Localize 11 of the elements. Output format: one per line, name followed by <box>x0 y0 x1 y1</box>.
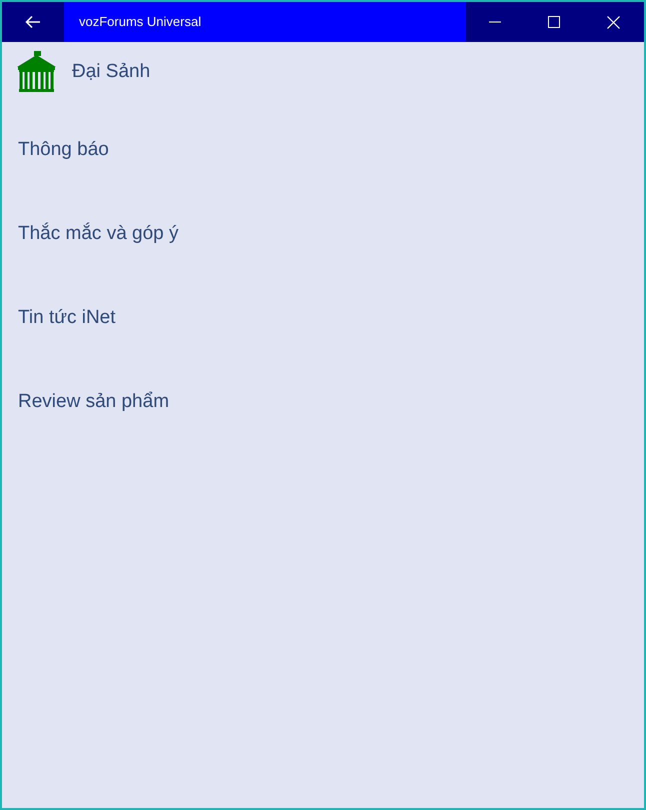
forum-item[interactable]: Review sản phẩm <box>18 388 170 416</box>
close-icon <box>607 16 620 28</box>
maximize-icon <box>548 16 560 28</box>
forum-item[interactable]: Thông báo <box>18 136 109 164</box>
section-title: Đại Sảnh <box>72 60 150 84</box>
forum-item[interactable]: Tin tức iNet <box>18 304 116 332</box>
back-arrow-icon <box>25 15 41 29</box>
building-icon <box>15 51 58 93</box>
forum-item[interactable]: Thắc mắc và góp ý <box>18 220 179 248</box>
minimize-icon <box>489 21 501 23</box>
window-title: vozForums Universal <box>79 13 202 32</box>
